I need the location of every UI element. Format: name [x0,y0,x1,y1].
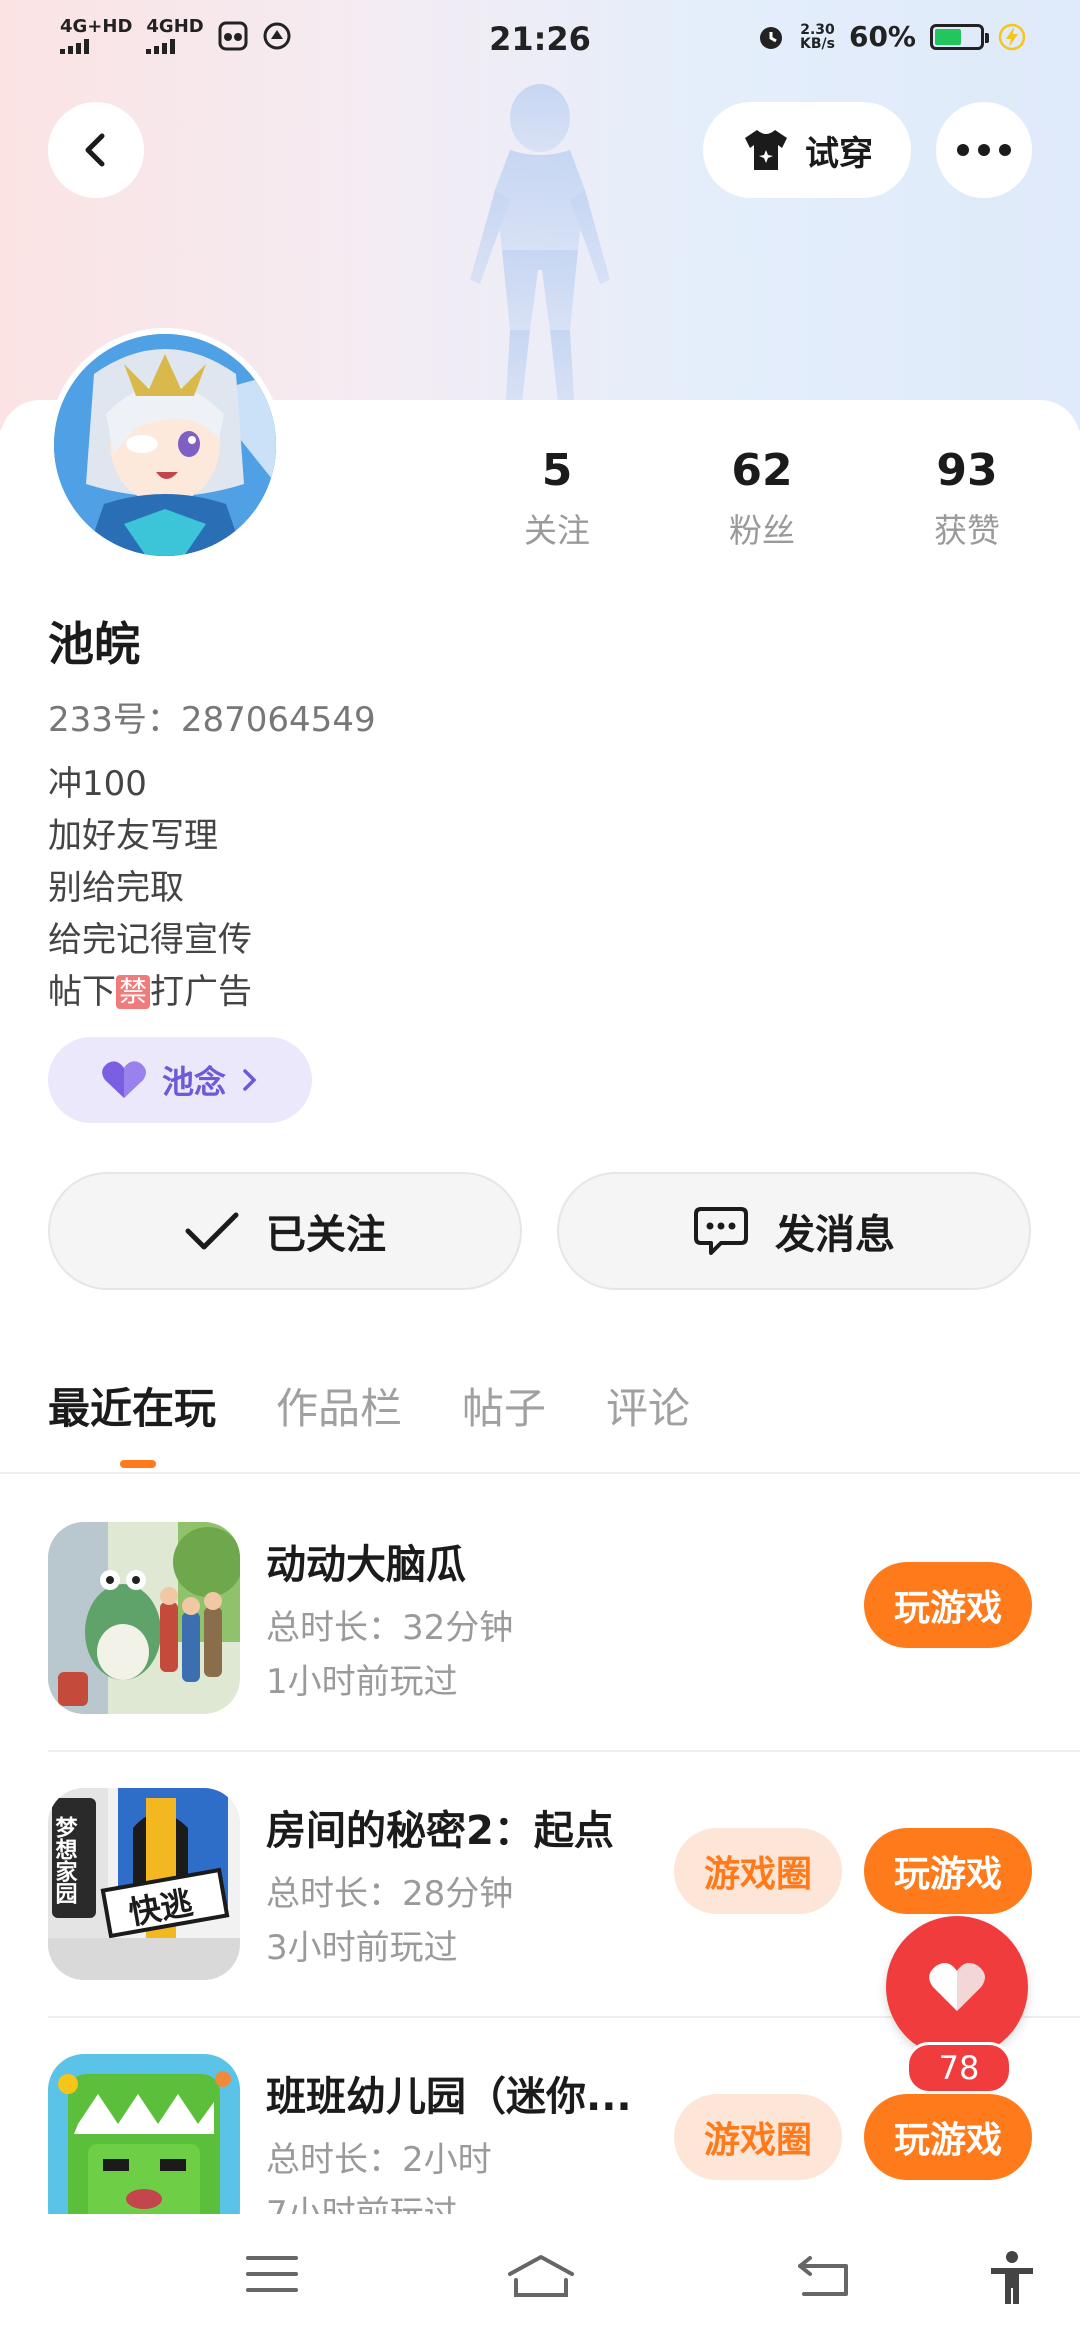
game-title: 动动大脑瓜 [266,1542,466,1588]
profile-bio: 冲100 加好友写理 别给完取 给完记得宣传 帖下 禁打广告 [48,758,252,1018]
system-navigation-bar [0,2214,1080,2340]
profile-name: 池皖 [48,617,140,671]
game-total-duration: 总时长：32分钟 [266,1608,514,1648]
play-game-button[interactable]: 玩游戏 [864,2094,1032,2180]
game-total-duration: 总时长：28分钟 [266,1874,514,1914]
game-icon[interactable]: 梦想家园 快逃 [48,1788,240,1980]
network-speed: 2.30 KB/s [800,23,835,51]
status-bar: 4G+HD 4GHD 21:26 2.30 KB/s 60% [0,0,1080,80]
tab-posts[interactable]: 帖子 [462,1375,546,1436]
bio-line: 给完记得宣传 [48,920,252,960]
game-title: 房间的秘密2：起点 [266,1808,614,1854]
chevron-right-icon [243,1069,257,1091]
game-circle-button[interactable]: 游戏圈 [674,2094,842,2180]
tag-label: 池念 [161,1063,226,1101]
stat-followers[interactable]: 62 粉丝 [682,445,842,552]
anime-avatar-illustration [54,334,276,556]
bio-text: 打广告 [150,972,253,1012]
game-cover-illustration: 梦想家园 快逃 [48,1788,240,1980]
followed-label: 已关注 [266,1212,386,1258]
bio-line: 冲100 [48,764,147,804]
game-last-played: 3小时前玩过 [266,1928,458,1968]
check-icon [185,1212,239,1250]
game-icon[interactable] [48,2054,240,2214]
play-game-button[interactable]: 玩游戏 [864,1828,1032,1914]
profile-tabs: 最近在玩 作品栏 帖子 评论 [48,1375,690,1436]
try-on-label: 试穿 [805,133,873,174]
heart-icon [929,1962,985,2011]
avatar-image [54,334,276,556]
more-dots-icon [957,144,1011,156]
tab-comments[interactable]: 评论 [606,1375,690,1436]
stat-label: 粉丝 [729,511,795,550]
send-message-button[interactable]: 发消息 [557,1172,1031,1290]
game-list-item[interactable]: 班班幼儿园（迷你... 总时长：2小时 7小时前玩过 游戏圈 玩游戏 [48,2026,1032,2214]
bio-line: 加好友写理 [48,816,218,856]
like-count-badge: 78 [906,2042,1012,2094]
list-divider [48,1750,1080,1752]
stat-label: 获赞 [934,511,1000,550]
game-list-item[interactable]: 动动大脑瓜 总时长：32分钟 1小时前玩过 玩游戏 [48,1494,1032,1744]
game-title: 班班幼儿园（迷你... [266,2074,632,2120]
home-icon[interactable] [506,2254,576,2298]
stat-value: 62 [731,445,793,496]
stat-value: 93 [936,445,998,496]
tab-works[interactable]: 作品栏 [276,1375,402,1436]
bio-line: 帖下 禁打广告 [48,966,252,1018]
battery-fill [935,28,961,45]
stat-value: 5 [541,445,573,496]
chevron-left-icon [85,133,105,167]
relationship-tag[interactable]: 池念 [48,1037,312,1123]
tab-recently-played[interactable]: 最近在玩 [48,1375,216,1436]
escape-side-text: 梦想家园 [52,1815,78,1904]
stat-following[interactable]: 5 关注 [477,445,637,552]
stat-likes[interactable]: 93 获赞 [887,445,1047,552]
game-list-item[interactable]: 梦想家园 快逃 房间的秘密2：起点 总时长：28分钟 3小时前玩过 游戏圈 玩游… [48,1760,1032,2010]
more-button[interactable] [936,102,1032,198]
bio-line: 别给完取 [48,868,184,908]
accessibility-icon[interactable] [988,2250,1036,2306]
try-on-button[interactable]: 试穿 [703,102,911,198]
game-total-duration: 总时长：2小时 [266,2140,492,2180]
followed-button[interactable]: 已关注 [48,1172,522,1290]
network-speed-value: 2.30 [800,21,835,38]
shirt-icon [745,130,787,170]
battery-icon [930,23,989,50]
game-cover-illustration [48,1522,240,1714]
back-button[interactable] [48,102,144,198]
alarm-icon [760,26,782,49]
game-circle-button[interactable]: 游戏圈 [674,1828,842,1914]
user-id[interactable]: 233号：287064549 [48,692,376,741]
game-last-played: 1小时前玩过 [266,1662,458,1702]
battery-percent: 60% [848,20,916,53]
stat-label: 关注 [524,511,590,550]
game-cover-illustration [48,2054,240,2214]
heart-icon [102,1061,146,1098]
menu-icon[interactable] [246,2254,298,2294]
network-speed-unit: KB/s [800,35,835,52]
charging-icon [998,23,1026,50]
bio-text: 帖下 [48,972,116,1012]
prohibited-badge: 禁 [116,975,151,1009]
play-game-button[interactable]: 玩游戏 [864,1562,1032,1648]
back-nav-icon[interactable] [796,2254,852,2298]
chat-bubble-icon [694,1207,748,1255]
game-icon[interactable] [48,1522,240,1714]
like-fab-button[interactable] [886,1916,1028,2058]
avatar-3d-figure [470,84,610,402]
active-tab-indicator [120,1460,156,1468]
tabs-divider [0,1472,1080,1474]
message-label: 发消息 [775,1212,895,1258]
avatar[interactable] [48,328,282,562]
game-last-played: 7小时前玩过 [266,2194,458,2214]
